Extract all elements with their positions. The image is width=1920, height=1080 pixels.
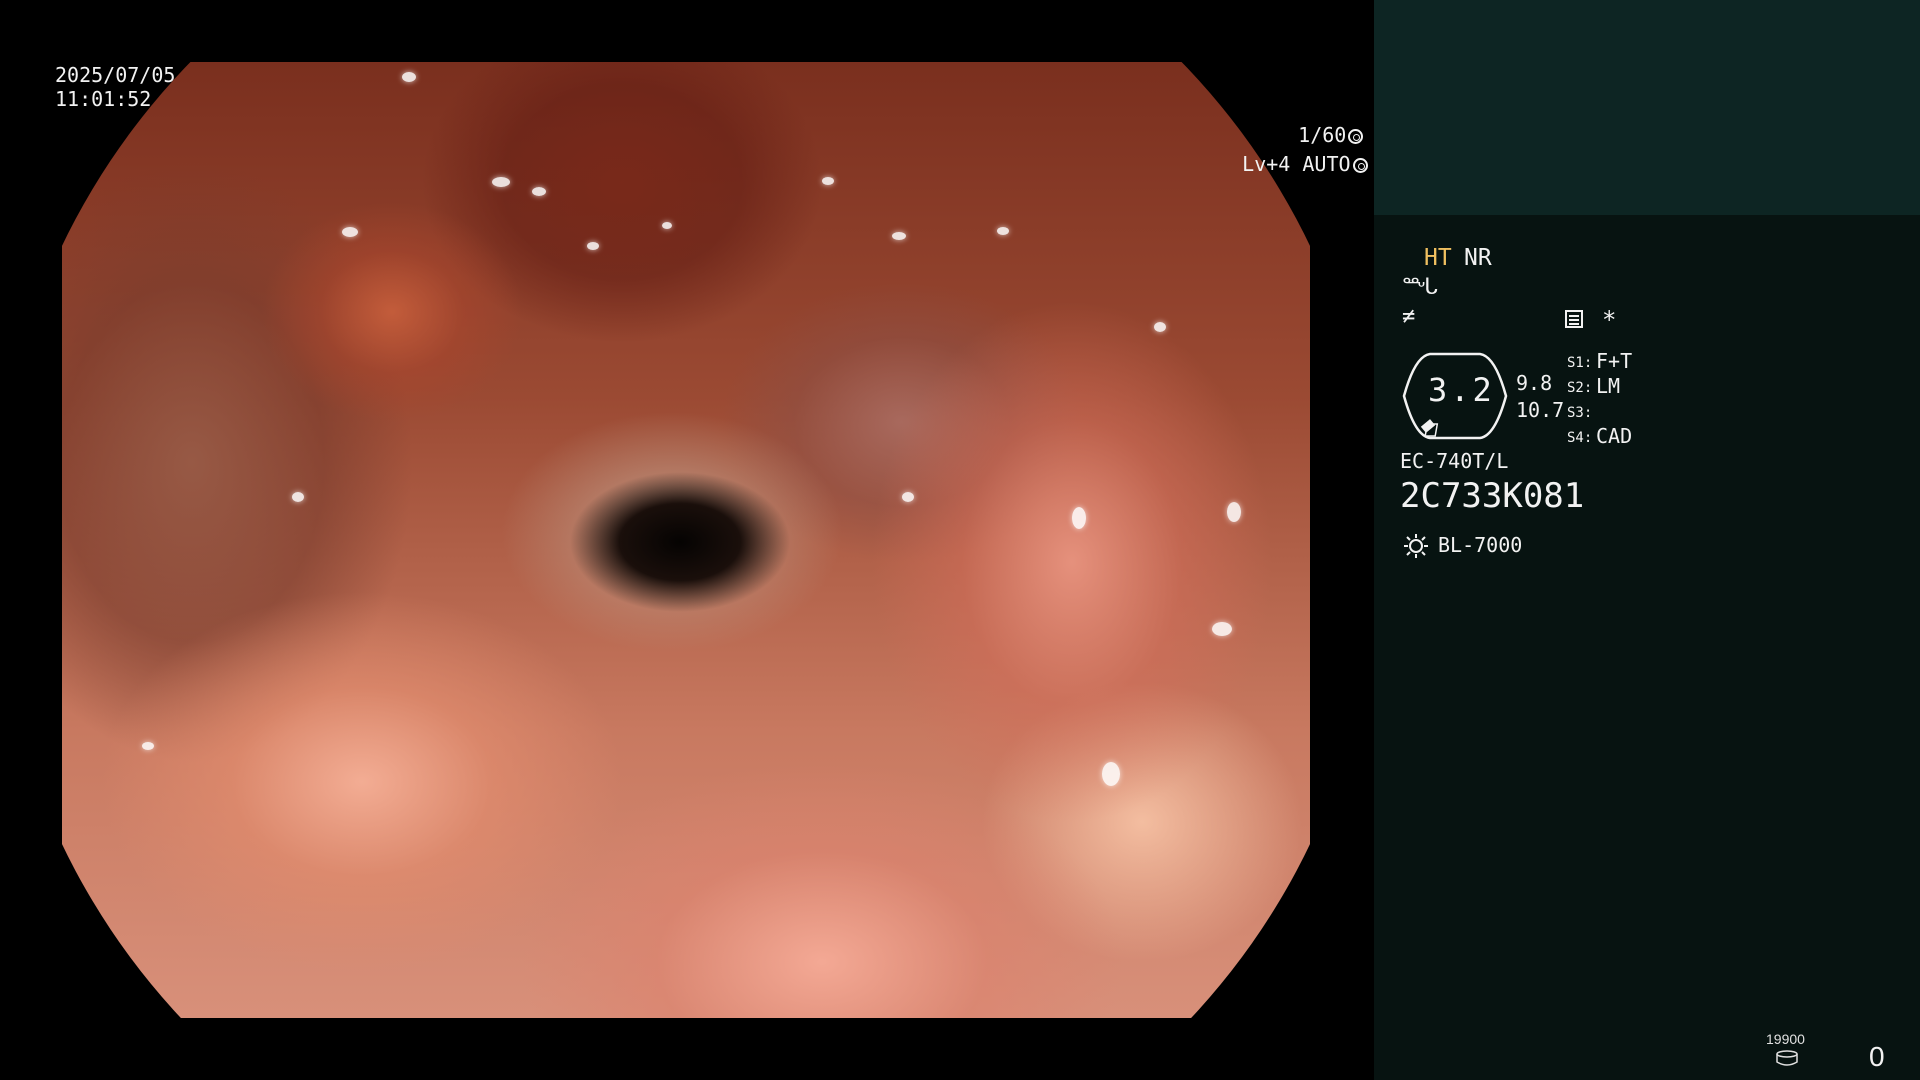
specular-highlight xyxy=(492,177,510,187)
info-panel: HT NR ᙵ ≠ * 3.2 9.8 10.7 S1: F+T S2: LM … xyxy=(1374,0,1920,1080)
mode-symbol-2: ≠ xyxy=(1402,304,1416,329)
mode-symbol-1: ᙵ xyxy=(1402,275,1438,300)
specular-highlight xyxy=(342,227,358,237)
level-readout: Lv+4 AUTO xyxy=(1194,128,1368,200)
image-counter: 19900 xyxy=(1766,1031,1805,1047)
ht-indicator: HT xyxy=(1424,245,1452,271)
light-source: BL-7000 xyxy=(1438,533,1523,557)
specular-highlight xyxy=(1154,322,1166,332)
specular-highlight xyxy=(402,72,416,82)
specular-highlight xyxy=(1212,622,1232,636)
s3-label: S3: xyxy=(1567,405,1593,421)
auto-iris-icon xyxy=(1352,158,1368,173)
s4-label: S4: xyxy=(1567,430,1593,446)
zero-readout: 0 xyxy=(1869,1041,1885,1072)
specular-highlight xyxy=(142,742,154,750)
specular-highlight xyxy=(1072,507,1086,529)
specular-highlight xyxy=(1227,502,1241,522)
asterisk-indicator: * xyxy=(1602,306,1617,334)
specular-highlight xyxy=(997,227,1009,235)
light-icon xyxy=(1404,534,1428,558)
nr-indicator: NR xyxy=(1464,245,1492,271)
zoom-value: 3.2 xyxy=(1428,371,1495,409)
value-b: 10.7 xyxy=(1516,398,1565,422)
date-readout: 2025/07/05 xyxy=(55,63,176,87)
memory-icon xyxy=(1776,1050,1798,1066)
specular-highlight xyxy=(662,222,672,229)
endoscopic-view xyxy=(62,62,1310,1018)
menu-icon xyxy=(1565,310,1583,328)
specular-highlight xyxy=(587,242,599,250)
endoscopy-screen: 2025/07/05 11:01:52 1/60 Lv+4 AUTO HT NR… xyxy=(0,0,1920,1080)
specular-highlight xyxy=(532,187,546,196)
specular-highlight xyxy=(902,492,914,502)
scope-model: EC-740T/L xyxy=(1400,449,1509,473)
s4-value: CAD xyxy=(1596,424,1633,448)
specular-highlight xyxy=(1102,762,1120,786)
level-value: Lv+4 AUTO xyxy=(1242,152,1351,176)
s2-label: S2: xyxy=(1567,380,1593,396)
s1-value: F+T xyxy=(1596,349,1633,373)
value-a: 9.8 xyxy=(1516,371,1553,395)
s2-value: LM xyxy=(1596,374,1621,398)
panel-header-area xyxy=(1374,0,1920,215)
specular-highlight xyxy=(822,177,834,185)
specular-highlight xyxy=(292,492,304,502)
s1-label: S1: xyxy=(1567,355,1593,371)
scope-serial: 2C733K081 xyxy=(1400,476,1585,516)
time-readout: 11:01:52 xyxy=(55,87,152,111)
specular-highlight xyxy=(892,232,906,240)
